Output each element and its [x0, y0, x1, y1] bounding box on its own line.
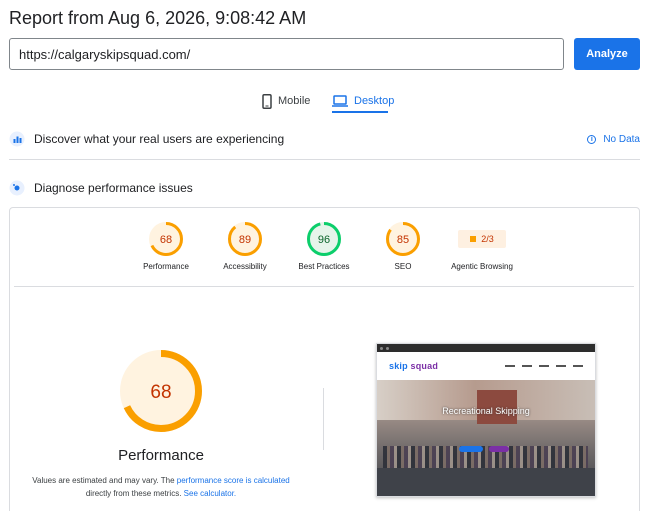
- hero-button-secondary: [489, 446, 509, 452]
- no-data-label: No Data: [603, 133, 640, 145]
- performance-score-link[interactable]: performance score is calculated: [177, 476, 290, 485]
- tab-mobile[interactable]: Mobile: [262, 88, 310, 114]
- gauge-score-text: 68: [150, 382, 171, 403]
- average-square-icon: [470, 236, 477, 242]
- diagnose-title: Diagnose performance issues: [34, 181, 193, 195]
- gauge-score-text: 68: [160, 234, 172, 246]
- footnote-prefix: Values are estimated and may vary. The: [32, 476, 177, 485]
- thumb-nav: skip squad: [377, 352, 595, 380]
- thumb-logo: skip squad: [389, 361, 438, 371]
- thumb-hero-image: Recreational Skipping: [377, 380, 595, 496]
- hero-title: Recreational Skipping: [442, 406, 530, 416]
- footnote-middle: directly from these metrics.: [85, 489, 184, 498]
- best-practices-label: Best Practices: [298, 262, 350, 271]
- tab-desktop-label: Desktop: [354, 95, 395, 107]
- hero-button-primary: [459, 446, 483, 452]
- agentic-browsing-badge[interactable]: 2/3: [458, 230, 506, 248]
- thumb-dot: [380, 346, 383, 350]
- main-performance-label: Performance: [118, 447, 204, 464]
- vertical-separator: [323, 388, 324, 450]
- thumb-logo-part-b: squad: [407, 361, 439, 371]
- seo-gauge[interactable]: 85: [386, 222, 420, 256]
- footnote: Values are estimated and may vary. The p…: [30, 474, 292, 500]
- lab-icon: [9, 180, 25, 196]
- tab-mobile-label: Mobile: [278, 95, 311, 107]
- no-data-status[interactable]: i No Data: [587, 134, 640, 145]
- info-icon: i: [587, 134, 597, 144]
- see-calculator-link[interactable]: See calculator.: [184, 489, 236, 498]
- active-tab-indicator: [332, 111, 388, 113]
- gauge-score-text: 96: [318, 234, 330, 246]
- laptop-icon: [332, 95, 348, 107]
- phone-icon: [262, 93, 272, 109]
- page-screenshot-thumbnail: skip squad Recreational Skipping: [376, 343, 596, 497]
- performance-gauge[interactable]: 68: [149, 222, 183, 256]
- best-practices-gauge[interactable]: 96: [307, 222, 341, 256]
- gauge-score-text: 85: [397, 234, 409, 246]
- main-performance-gauge: 68: [120, 350, 202, 432]
- accessibility-label: Accessibility: [223, 262, 267, 271]
- gauge-score-text: 89: [239, 234, 251, 246]
- card-divider: [14, 286, 634, 287]
- performance-label: Performance: [143, 262, 189, 271]
- thumb-dot: [386, 346, 389, 350]
- section-divider: [9, 159, 640, 160]
- field-data-title: Discover what your real users are experi…: [34, 132, 285, 146]
- agentic-browsing-label: Agentic Browsing: [451, 262, 513, 271]
- thumb-topbar: [377, 344, 595, 352]
- diagnose-section: Diagnose performance issues: [9, 175, 640, 201]
- thumb-nav-items: [505, 365, 583, 367]
- users-icon: [9, 131, 25, 147]
- accessibility-gauge[interactable]: 89: [228, 222, 262, 256]
- url-input[interactable]: [9, 38, 564, 70]
- thumb-logo-part-a: skip: [389, 361, 408, 371]
- analyze-button[interactable]: Analyze: [574, 38, 640, 70]
- report-title: Report from Aug 6, 2026, 9:08:42 AM: [9, 8, 307, 28]
- hero-floor: [377, 468, 595, 496]
- field-data-section: Discover what your real users are experi…: [9, 126, 640, 152]
- agentic-value: 2/3: [481, 234, 494, 244]
- seo-label: SEO: [394, 262, 412, 271]
